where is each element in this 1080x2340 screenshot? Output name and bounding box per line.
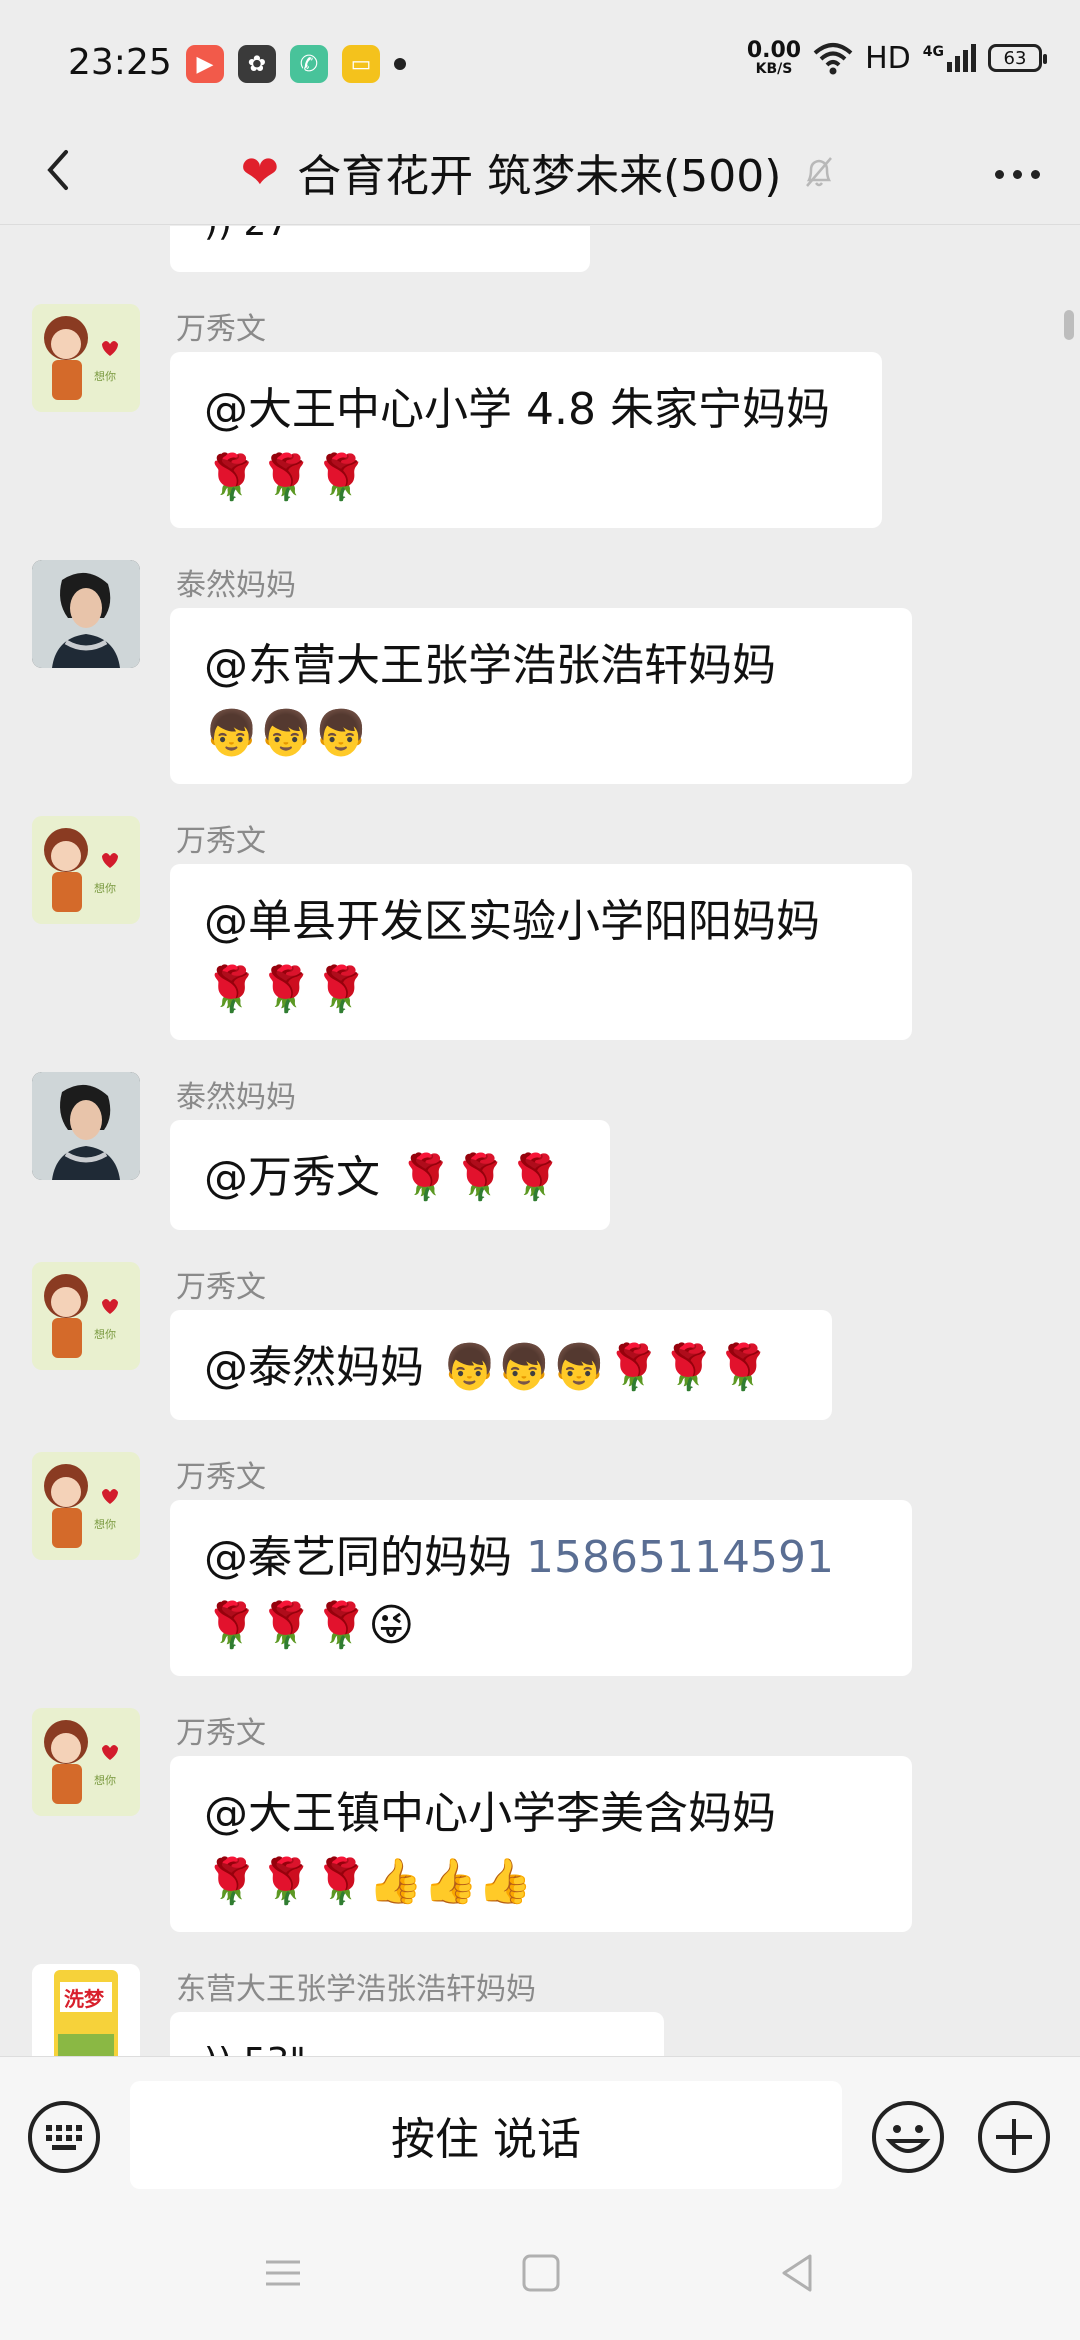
voice-bubble[interactable]: )) 53": [170, 2012, 664, 2056]
sender-name: 万秀文: [176, 1460, 266, 1495]
message-emojis: 👦👦👦🌹🌹🌹: [442, 1342, 771, 1393]
battery-icon: 63: [988, 44, 1047, 72]
message-text: @大王中心小学 4.8 朱家宁妈妈: [204, 384, 830, 435]
message-emojis: 🌹🌹🌹: [204, 452, 369, 503]
scrollbar[interactable]: [1064, 310, 1074, 340]
signal-icon: 4G: [923, 44, 976, 72]
sender-name: 泰然妈妈: [176, 1080, 296, 1115]
avatar[interactable]: 想你: [32, 816, 140, 924]
net-speed: 0.00 KB/S: [746, 38, 802, 77]
message-text: @万秀文: [204, 1152, 380, 1203]
net-speed-value: 0.00: [746, 38, 802, 63]
status-right: 0.00 KB/S HD 4G 63: [746, 38, 1047, 77]
message-bubble[interactable]: @东营大王张学浩张浩轩妈妈 👦👦👦: [170, 608, 912, 784]
svg-text:想你: 想你: [94, 1773, 116, 1787]
message-bubble[interactable]: @大王中心小学 4.8 朱家宁妈妈 🌹🌹🌹: [170, 352, 882, 528]
system-nav-bar: [0, 2206, 1080, 2340]
hold-to-talk-button[interactable]: 按住 说话: [130, 2081, 842, 2189]
message-text: @大王镇中心小学李美含妈妈: [204, 1788, 776, 1839]
sender-name: 万秀文: [176, 312, 266, 347]
svg-text:洗梦: 洗梦: [64, 1987, 105, 2011]
message-text: @单县开发区实验小学阳阳妈妈: [204, 896, 820, 947]
chat-header: ❤ 合育花开 筑梦未来(500): [0, 120, 1080, 225]
sender-name: 东营大王张学浩张浩轩妈妈: [176, 1972, 536, 2007]
heart-icon: ❤: [240, 145, 280, 199]
sender-name: 万秀文: [176, 824, 266, 859]
message-text: @秦艺同的妈妈: [204, 1532, 512, 1583]
message-bubble[interactable]: @泰然妈妈 👦👦👦🌹🌹🌹: [170, 1310, 832, 1420]
more-notifications-dot: [394, 58, 406, 70]
message-bubble[interactable]: @万秀文 🌹🌹🌹: [170, 1120, 610, 1230]
avatar[interactable]: 想你: [32, 1262, 140, 1370]
avatar[interactable]: 洗梦: [32, 1964, 140, 2056]
voice-duration: 53": [244, 2041, 306, 2057]
sender-name: 万秀文: [176, 1716, 266, 1751]
phone-app-icon: ✆: [290, 45, 328, 83]
chat-title: 合育花开 筑梦未来(500): [297, 151, 782, 202]
emoji-icon[interactable]: [870, 2099, 946, 2175]
message-emojis: 🌹🌹🌹: [204, 964, 369, 1015]
svg-text:想你: 想你: [94, 369, 116, 383]
input-bar: 按住 说话: [0, 2056, 1080, 2206]
voice-duration: 27": [244, 226, 306, 244]
wifi-icon: [813, 43, 853, 75]
mute-bell-icon: [806, 157, 833, 187]
network-type: 4G: [922, 44, 944, 60]
chat-title-wrap: ❤ 合育花开 筑梦未来(500): [0, 140, 1080, 204]
avatar[interactable]: [32, 1072, 140, 1180]
message-bubble[interactable]: @大王镇中心小学李美含妈妈 🌹🌹🌹👍👍👍: [170, 1756, 912, 1932]
status-bar: 23:25 ▶ ✿ ✆ ▭ 0.00 KB/S HD 4G 63: [0, 0, 1080, 130]
avatar[interactable]: 想你: [32, 304, 140, 412]
battery-level: 63: [1003, 47, 1027, 69]
message-text: @东营大王张学浩张浩轩妈妈: [204, 640, 776, 691]
notes-app-icon: ▭: [342, 45, 380, 83]
more-options-button[interactable]: [982, 144, 1052, 204]
keyboard-toggle-icon[interactable]: [26, 2099, 102, 2175]
svg-text:想你: 想你: [94, 1327, 116, 1341]
voice-bubble[interactable]: )) 27": [170, 226, 590, 272]
avatar[interactable]: [32, 560, 140, 668]
hd-indicator: HD: [865, 40, 911, 76]
sender-name: 万秀文: [176, 1270, 266, 1305]
message-emojis: 🌹🌹🌹😜: [204, 1600, 415, 1651]
message-bubble[interactable]: @单县开发区实验小学阳阳妈妈 🌹🌹🌹: [170, 864, 912, 1040]
message-emojis: 🌹🌹🌹: [398, 1152, 563, 1203]
status-app-icons: ▶ ✿ ✆ ▭: [186, 45, 406, 83]
voice-icon: )): [204, 226, 244, 244]
menu-icon[interactable]: [258, 2248, 308, 2298]
baidu-app-icon: ✿: [238, 45, 276, 83]
back-triangle-icon[interactable]: [772, 2248, 822, 2298]
message-emojis: 🌹🌹🌹👍👍👍: [204, 1856, 533, 1907]
message-emojis: 👦👦👦: [204, 708, 369, 759]
message-text: @泰然妈妈: [204, 1342, 424, 1393]
svg-text:想你: 想你: [94, 881, 116, 895]
voice-icon: )): [204, 2041, 244, 2057]
sender-name: 泰然妈妈: [176, 568, 296, 603]
message-bubble[interactable]: @秦艺同的妈妈 15865114591 🌹🌹🌹😜: [170, 1500, 912, 1676]
net-speed-unit: KB/S: [755, 61, 793, 77]
kuaishou-app-icon: ▶: [186, 45, 224, 83]
avatar[interactable]: 想你: [32, 1452, 140, 1560]
status-time: 23:25: [68, 42, 172, 83]
plus-icon[interactable]: [976, 2099, 1052, 2175]
home-icon[interactable]: [516, 2248, 566, 2298]
avatar[interactable]: 想你: [32, 1708, 140, 1816]
message-list[interactable]: )) 27" 想你 万秀文 @大王中心小学 4.8 朱家宁妈妈 🌹🌹🌹: [0, 226, 1080, 2056]
svg-text:想你: 想你: [94, 1517, 116, 1531]
phone-number-link[interactable]: 15865114591: [526, 1532, 834, 1583]
